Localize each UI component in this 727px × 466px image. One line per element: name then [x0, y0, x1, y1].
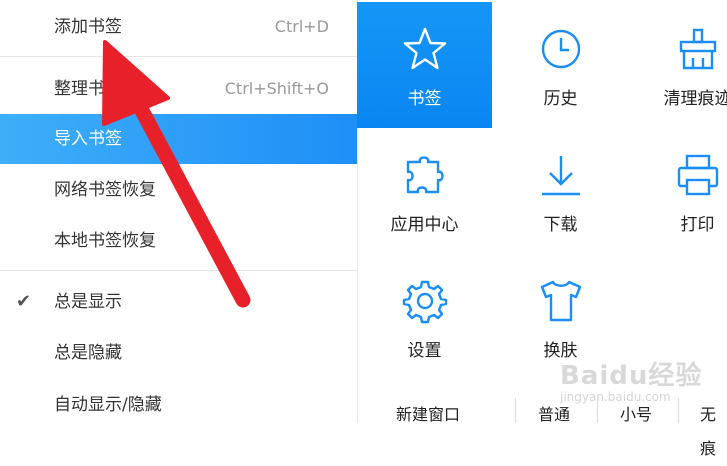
watermark-logo: Baidu经验	[560, 361, 703, 391]
tile-label: 设置	[407, 341, 442, 361]
menu-item-always-show[interactable]: ✔ 总是显示	[0, 277, 357, 327]
tile-label: 清理痕迹	[663, 89, 727, 109]
bookmark-context-menu: 添加书签 Ctrl+D 整理书签 Ctrl+Shift+O 导入书签 网络书签恢…	[0, 0, 358, 423]
tile-label: 历史	[543, 89, 578, 109]
divider	[515, 398, 516, 423]
shirt-icon	[538, 278, 584, 324]
menu-item-import-bookmarks[interactable]: 导入书签	[0, 114, 357, 164]
incognito-button[interactable]: 无痕	[700, 398, 727, 458]
menu-item-always-hide[interactable]: 总是隐藏	[0, 328, 357, 378]
tile-clear-traces[interactable]: 清理痕迹	[630, 2, 727, 128]
download-icon	[538, 152, 584, 198]
tile-label: 书签	[407, 89, 442, 109]
tile-history[interactable]: 历史	[493, 2, 628, 128]
menu-item-label: 本地书签恢复	[54, 231, 156, 251]
broom-icon	[675, 26, 721, 72]
tile-settings[interactable]: 设置	[357, 254, 492, 380]
star-icon	[402, 26, 448, 72]
divider	[678, 398, 679, 423]
menu-separator	[0, 270, 357, 271]
menu-item-label: 总是显示	[54, 292, 122, 312]
menu-item-local-bookmark-restore[interactable]: 本地书签恢复	[0, 216, 357, 266]
printer-icon	[675, 152, 721, 198]
tile-label: 下载	[543, 215, 578, 235]
menu-item-shortcut: Ctrl+D	[274, 17, 329, 36]
tile-label: 打印	[680, 215, 715, 235]
menu-item-label: 网络书签恢复	[54, 180, 156, 200]
menu-item-label: 导入书签	[54, 129, 122, 149]
clock-icon	[538, 26, 584, 72]
gear-icon	[402, 278, 448, 324]
menu-item-label: 总是隐藏	[54, 343, 122, 363]
menu-item-shortcut: Ctrl+Shift+O	[224, 79, 329, 98]
menu-item-organize-bookmarks[interactable]: 整理书签 Ctrl+Shift+O	[0, 64, 357, 114]
tile-download[interactable]: 下载	[493, 128, 628, 254]
tile-app-center[interactable]: 应用中心	[357, 128, 492, 254]
menu-item-network-bookmark-restore[interactable]: 网络书签恢复	[0, 165, 357, 215]
menu-item-label: 添加书签	[54, 17, 122, 37]
tile-bookmarks[interactable]: 书签	[357, 2, 492, 128]
menu-separator	[0, 56, 357, 57]
menu-item-add-bookmark[interactable]: 添加书签 Ctrl+D	[0, 2, 357, 52]
tile-print[interactable]: 打印	[630, 128, 727, 254]
watermark-url: jingyan.baidu.com	[560, 390, 671, 404]
puzzle-icon	[402, 152, 448, 198]
checkmark-icon: ✔	[16, 291, 32, 312]
tile-label: 应用中心	[390, 215, 459, 235]
new-window-button[interactable]: 新建窗口	[396, 398, 460, 424]
menu-item-label: 整理书签	[54, 79, 122, 99]
